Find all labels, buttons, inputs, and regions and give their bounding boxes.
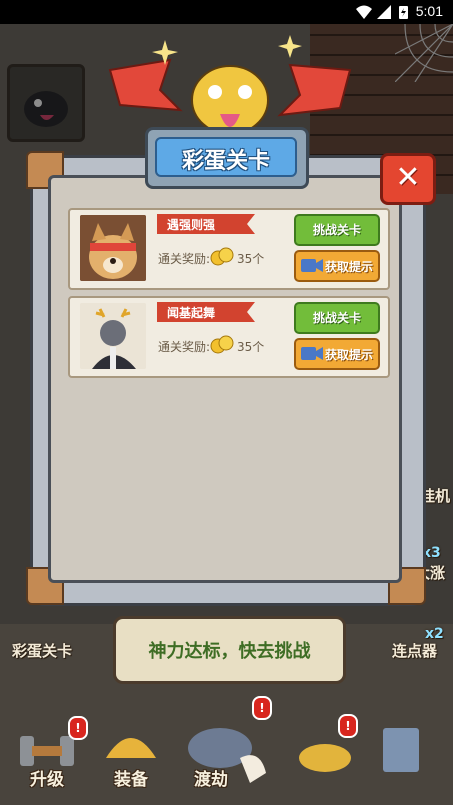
modal-title-plate: 彩蛋关卡: [145, 127, 309, 189]
gold-coin-icon: [210, 335, 234, 354]
close-button[interactable]: ✕: [380, 153, 436, 205]
upgrade-label: 升级: [30, 770, 64, 790]
challenge-level-button[interactable]: 挑战关卡: [294, 302, 380, 334]
upgrade-tab[interactable]: ! 升级: [12, 716, 88, 798]
dancer-thumbnail: [80, 303, 146, 369]
reward-value: 35个: [237, 340, 265, 354]
modal-title: 彩蛋关卡: [181, 149, 270, 174]
get-hint-button[interactable]: 获取提示: [294, 338, 380, 370]
gold-badge: !: [338, 714, 358, 738]
level-name: 闻基起舞: [167, 306, 216, 320]
reward-value: 35个: [237, 252, 265, 266]
level-name-ribbon: 闻基起舞: [157, 302, 247, 322]
video-camera-icon: [301, 347, 323, 360]
doge-thumbnail: [80, 215, 146, 281]
reward-label: 通关奖励:: [158, 340, 211, 354]
speech-bubble-text: 神力达标，快去挑战: [148, 641, 311, 662]
gold-coin-icon: [210, 247, 234, 266]
video-camera-icon: [301, 259, 323, 272]
reward-label: 通关奖励:: [158, 252, 211, 266]
gold-tab[interactable]: !: [290, 714, 360, 798]
upgrade-badge: !: [68, 716, 88, 740]
book-icon: [383, 728, 419, 772]
get-hint-label: 获取提示: [325, 260, 374, 274]
level-card: 遇强则强 通关奖励: 35个 挑战关卡 获取提示: [68, 208, 390, 290]
level-name: 遇强则强: [167, 218, 216, 232]
clock: 5:01: [415, 3, 443, 19]
auto-clicker-label: 连点器: [392, 642, 438, 660]
easter-egg-side-button[interactable]: 彩蛋关卡: [12, 640, 72, 661]
get-hint-label: 获取提示: [325, 348, 374, 362]
equipment-tab[interactable]: 装备: [96, 718, 166, 798]
auto-clicker-button[interactable]: 连点器: [392, 640, 437, 661]
challenge-level-button[interactable]: 挑战关卡: [294, 214, 380, 246]
status-bar: 5:01: [0, 0, 453, 24]
tribulation-label: 渡劫: [194, 770, 228, 790]
close-icon: ✕: [395, 160, 421, 195]
level-name-ribbon: 遇强则强: [157, 214, 247, 234]
signal-icon: [377, 5, 391, 19]
ribbon-tail: [247, 302, 255, 322]
wifi-icon: [356, 5, 372, 19]
tribulation-badge: !: [252, 696, 272, 720]
tribulation-tab[interactable]: ! 渡劫: [180, 696, 272, 798]
equipment-label: 装备: [114, 770, 148, 790]
title-plate-inner: 彩蛋关卡: [155, 137, 297, 177]
book-tab[interactable]: [375, 718, 445, 798]
level-card: 闻基起舞 通关奖励: 35个 挑战关卡 获取提示: [68, 296, 390, 378]
get-hint-button[interactable]: 获取提示: [294, 250, 380, 282]
easter-egg-side-label: 彩蛋关卡: [12, 642, 73, 660]
ribbon-tail: [247, 214, 255, 234]
battery-icon: [399, 6, 408, 19]
speech-bubble: 神力达标，快去挑战: [113, 616, 346, 684]
bottom-nav: ! 升级 装备 ! 渡劫 !: [0, 696, 453, 805]
dancer-icon: [80, 303, 146, 369]
doge-icon: [80, 215, 146, 281]
